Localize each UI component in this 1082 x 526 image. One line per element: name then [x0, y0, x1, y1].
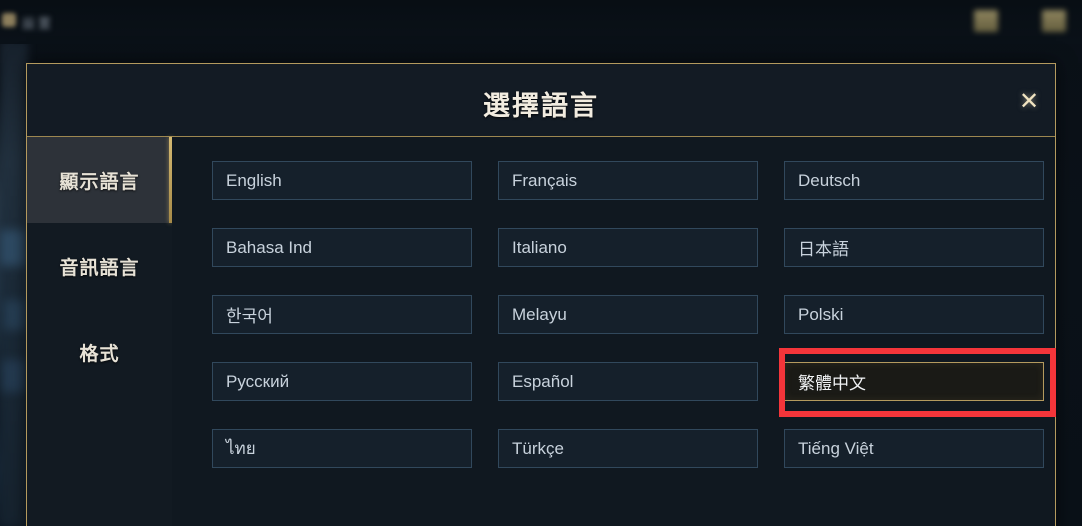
language-option-label: Русский	[226, 371, 290, 391]
language-option-label: Bahasa Ind	[226, 237, 313, 257]
language-option-label: Deutsch	[798, 170, 861, 190]
language-option[interactable]: Türkçe	[498, 429, 758, 468]
sidebar-item-format[interactable]: 格式	[27, 309, 172, 395]
dialog-header: 選擇語言 ✕	[27, 64, 1055, 137]
language-option[interactable]: Tiếng Việt	[784, 429, 1044, 468]
language-option[interactable]: 日本語	[784, 228, 1044, 267]
language-option-label: 日本語	[798, 240, 849, 259]
language-option-label: Melayu	[512, 304, 567, 324]
topbar-icon-2[interactable]	[1042, 10, 1066, 32]
background-blur-blob	[4, 300, 26, 330]
background-topbar	[0, 0, 1082, 44]
background-blur-blob	[2, 360, 26, 392]
sidebar-item-label: 音訊語言	[59, 257, 140, 279]
language-option[interactable]: Deutsch	[784, 161, 1044, 200]
language-option[interactable]: 繁體中文	[784, 362, 1044, 401]
language-dialog: 選擇語言 ✕ 顯示語言 音訊語言 格式 English Français Deuts…	[26, 63, 1056, 526]
language-option-label: Tiếng Việt	[798, 438, 874, 458]
language-option[interactable]: Español	[498, 362, 758, 401]
page-title: 選擇語言	[483, 91, 599, 121]
language-option[interactable]: Français	[498, 161, 758, 200]
language-option[interactable]: 한국어	[212, 295, 472, 334]
sidebar-item-display-language[interactable]: 顯示語言	[27, 137, 172, 223]
topbar-label: 設置	[22, 16, 55, 31]
language-grid: English Français Deutsch Bahasa Ind Italiano…	[212, 161, 1044, 468]
language-option-label: 繁體中文	[798, 374, 866, 393]
language-option[interactable]: English	[212, 161, 472, 200]
sidebar-item-audio-language[interactable]: 音訊語言	[27, 223, 172, 309]
language-option[interactable]: Italiano	[498, 228, 758, 267]
dialog-body: 顯示語言 音訊語言 格式 English Français Deutsch Bahas…	[27, 137, 1055, 526]
language-option-label: Polski	[798, 304, 844, 324]
language-option-label: Français	[512, 170, 578, 190]
language-option-label: English	[226, 170, 282, 190]
language-option[interactable]: Bahasa Ind	[212, 228, 472, 267]
sidebar-item-label: 格式	[79, 343, 120, 365]
language-option[interactable]: Melayu	[498, 295, 758, 334]
background-blur-blob	[0, 230, 26, 266]
language-option[interactable]: Русский	[212, 362, 472, 401]
language-option-label: Italiano	[512, 237, 567, 257]
screen: 設置 選擇語言 ✕ 顯示語言 音訊語言 格式 English Français De…	[0, 0, 1082, 526]
close-icon[interactable]: ✕	[1013, 86, 1045, 118]
language-option-label: Türkçe	[512, 438, 564, 458]
language-option-label: 한국어	[226, 307, 273, 326]
language-option-label: Español	[512, 371, 574, 391]
topbar-icon-1[interactable]	[974, 10, 998, 32]
language-option[interactable]: Polski	[784, 295, 1044, 334]
sidebar-item-label: 顯示語言	[59, 171, 140, 193]
background-left-panel	[0, 40, 28, 526]
chevron-left-icon[interactable]	[2, 13, 16, 27]
sidebar: 顯示語言 音訊語言 格式	[27, 137, 172, 526]
language-panel: English Français Deutsch Bahasa Ind Italiano…	[172, 137, 1055, 526]
language-option[interactable]: ไทย	[212, 429, 472, 468]
language-option-label: ไทย	[226, 439, 256, 458]
